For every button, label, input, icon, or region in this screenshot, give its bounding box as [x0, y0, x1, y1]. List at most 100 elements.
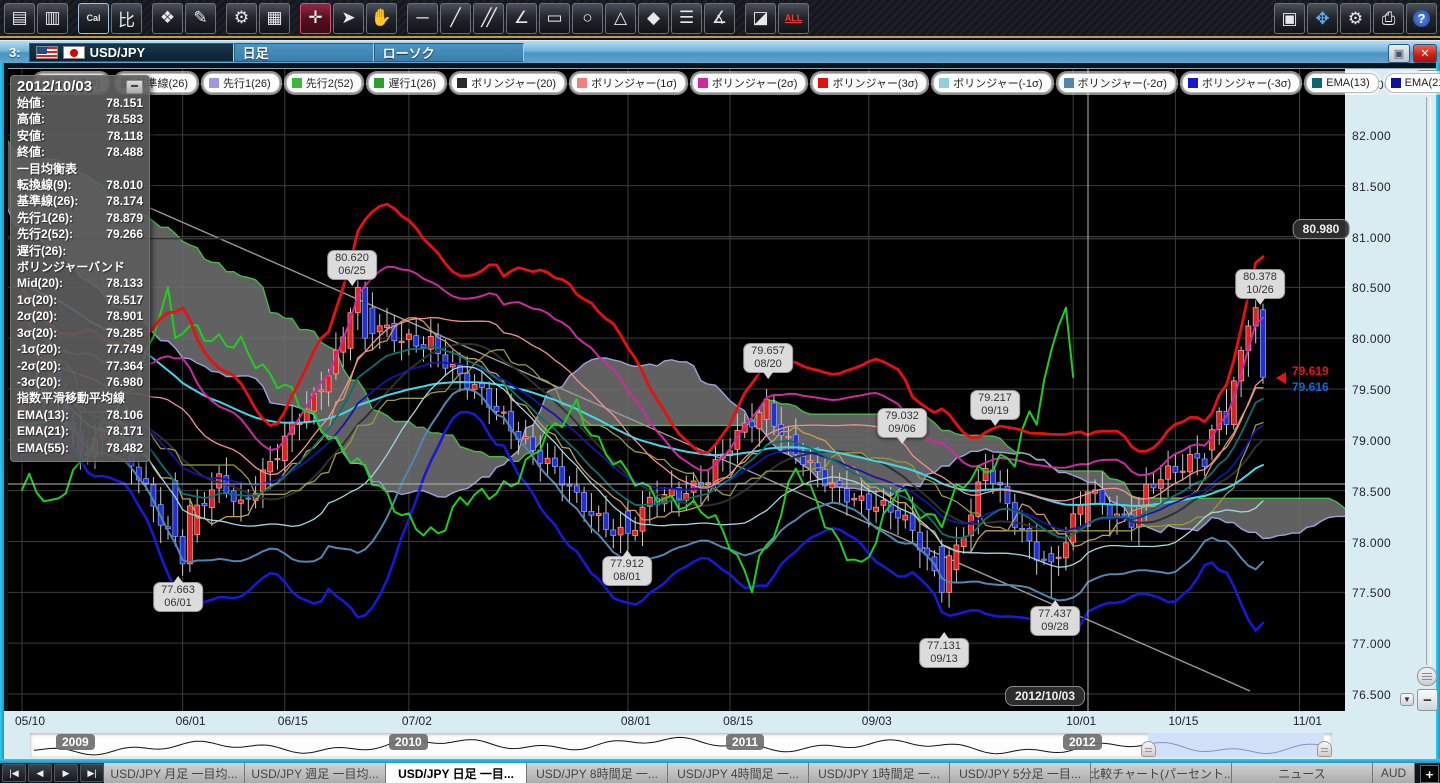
chart-tab-ニュース[interactable]: ニュース: [1232, 763, 1373, 783]
eraser-icon[interactable]: ◪: [745, 3, 776, 34]
print-icon[interactable]: ⎙: [1373, 3, 1404, 34]
legend-chip-EMA(21)[interactable]: EMA(21): [1385, 73, 1440, 93]
settings-icon[interactable]: ⚙: [1340, 3, 1371, 34]
chart-style-selector[interactable]: ローソク: [374, 43, 524, 62]
help-icon[interactable]: ?: [1406, 3, 1437, 34]
legend-color-swatch: [939, 78, 949, 88]
tab-nav-last-button[interactable]: ▶|: [80, 764, 104, 782]
currency-pair-selector[interactable]: USD/JPY: [29, 43, 234, 62]
jp-flag-icon: [63, 46, 85, 59]
chart-tab-USD/JPY 日足 一目...[interactable]: USD/JPY 日足 一目...: [386, 763, 527, 783]
chart-tab-USD/JPY 4時間足 一...[interactable]: USD/JPY 4時間足 一...: [668, 763, 809, 783]
chart-settings-icon[interactable]: ⚙: [226, 3, 257, 34]
erase-all-icon[interactable]: ALL: [778, 3, 809, 34]
timeline-strip[interactable]: 2009201020112012: [30, 733, 1332, 757]
us-flag-icon: [36, 46, 58, 59]
legend-color-swatch: [698, 78, 708, 88]
tab-nav-prev-button[interactable]: ◀: [28, 764, 52, 782]
technical-chart-icon[interactable]: ❖: [152, 3, 183, 34]
trendline-tool-icon[interactable]: ╱: [440, 3, 471, 34]
panel-row: 転換線(9):78.010: [17, 177, 143, 193]
legend-label: 遅行1(26): [388, 75, 436, 91]
panel-row: 安値:78.118: [17, 128, 143, 144]
price-tick-label: 79.500: [1352, 383, 1391, 397]
legend-chip-ボリンジャー(1σ)[interactable]: ボリンジャー(1σ): [571, 73, 686, 93]
legend-chip-先行2(52)[interactable]: 先行2(52): [286, 73, 363, 93]
horizontal-line-tool-icon[interactable]: ─: [407, 3, 438, 34]
chart-window-titlebar[interactable]: 3: USD/JPY 日足 ローソク ▣ ✕: [0, 40, 1440, 63]
vertical-scrollbar-thumb[interactable]: [1417, 667, 1437, 686]
legend-chip-ボリンジャー(-1σ)[interactable]: ボリンジャー(-1σ): [933, 73, 1051, 93]
chart-tab-USD/JPY 月足 一目均...[interactable]: USD/JPY 月足 一目均...: [104, 763, 245, 783]
report-icon[interactable]: ▤: [4, 3, 35, 34]
chart-tab-AUD[interactable]: AUD: [1373, 763, 1415, 783]
date-tick-label: 07/02: [402, 714, 432, 728]
panel-section-header: 指数平滑移動平均線: [17, 390, 143, 406]
chart-plot-area[interactable]: 転換線(9)基準線(26)先行1(26)先行2(52)遅行1(26)ボリンジャー…: [8, 68, 1345, 711]
crosshair-tool-icon[interactable]: ✛: [300, 3, 331, 34]
legend-chip-ボリンジャー(2σ)[interactable]: ボリンジャー(2σ): [692, 73, 807, 93]
compare-icon[interactable]: 比: [111, 3, 142, 34]
panel-row: 終値:78.488: [17, 144, 143, 160]
legend-chip-ボリンジャー(-3σ)[interactable]: ボリンジャー(-3σ): [1182, 73, 1300, 93]
vertical-scrollbar-track[interactable]: [1426, 97, 1431, 665]
timeline-selection-right-handle[interactable]: [1317, 741, 1332, 757]
pointer-tool-icon[interactable]: ➤: [333, 3, 364, 34]
legend-chip-EMA(13)[interactable]: EMA(13): [1306, 73, 1378, 93]
rectangle-tool-icon[interactable]: ▭: [539, 3, 570, 34]
cascade-windows-icon[interactable]: ▣: [1274, 3, 1305, 34]
price-axis[interactable]: 82.50082.00081.50081.00080.50080.00079.5…: [1345, 68, 1436, 712]
ray-tool-icon[interactable]: ∠: [506, 3, 537, 34]
legend-chip-ボリンジャー(-2σ)[interactable]: ボリンジャー(-2σ): [1058, 73, 1176, 93]
panel-row: -3σ(20):76.980: [17, 374, 143, 390]
panel-row: 高値:78.583: [17, 111, 143, 127]
chart-tab-比較チャート(パーセント...[interactable]: 比較チャート(パーセント...: [1091, 763, 1232, 783]
period-selector[interactable]: 日足: [234, 43, 374, 62]
chart-tab-bar: |◀◀▶▶|USD/JPY 月足 一目均...USD/JPY 週足 一目均...…: [0, 763, 1440, 783]
triangle-tool-icon[interactable]: △: [605, 3, 636, 34]
panel-section-header: ボリンジャーバンド: [17, 259, 143, 275]
year-badge: 2009: [56, 734, 95, 750]
save-chart-icon[interactable]: ▦: [259, 3, 290, 34]
close-window-button[interactable]: ✕: [1413, 44, 1437, 63]
fibonacci-tool-icon[interactable]: ☰: [671, 3, 702, 34]
chart-tab-USD/JPY 1時間足 一...[interactable]: USD/JPY 1時間足 一...: [809, 763, 950, 783]
chart-tab-USD/JPY 週足 一目均...[interactable]: USD/JPY 週足 一目均...: [245, 763, 386, 783]
calendar-icon[interactable]: Cal: [78, 3, 109, 34]
add-chart-tab-button[interactable]: +: [1420, 765, 1439, 783]
restore-window-button[interactable]: ▣: [1388, 44, 1410, 63]
legend-chip-遅行1(26)[interactable]: 遅行1(26): [368, 73, 445, 93]
parallel-lines-tool-icon[interactable]: ╱╱: [473, 3, 504, 34]
period-label: 日足: [243, 43, 269, 62]
panel-row: 1σ(20):78.517: [17, 292, 143, 308]
date-tick-label: 08/01: [621, 714, 651, 728]
date-tick-label: 05/10: [15, 714, 45, 728]
panel-row: -1σ(20):77.749: [17, 341, 143, 357]
chart-tab-USD/JPY 8時間足 一...[interactable]: USD/JPY 8時間足 一...: [527, 763, 668, 783]
report-add-icon[interactable]: ▥: [37, 3, 68, 34]
price-tick-label: 79.000: [1352, 434, 1391, 448]
legend-chip-先行1(26)[interactable]: 先行1(26): [203, 73, 280, 93]
panel-section-header: 一目均衡表: [17, 161, 143, 177]
legend-color-swatch: [457, 78, 467, 88]
hand-tool-icon[interactable]: ✋: [366, 3, 397, 34]
ellipse-tool-icon[interactable]: ○: [572, 3, 603, 34]
polygon-tool-icon[interactable]: ◆: [638, 3, 669, 34]
tab-nav-first-button[interactable]: |◀: [2, 764, 26, 782]
zoom-out-button[interactable]: −: [1417, 689, 1438, 711]
window-left-border: [0, 63, 4, 763]
tab-nav-next-button[interactable]: ▶: [54, 764, 78, 782]
panel-row: 基準線(26):78.174: [17, 193, 143, 209]
chart-tab-USD/JPY 5分足 一目...[interactable]: USD/JPY 5分足 一目...: [950, 763, 1091, 783]
draw-chart-icon[interactable]: ✎: [185, 3, 216, 34]
expand-window-icon[interactable]: ✥: [1307, 3, 1338, 34]
year-badge: 2010: [389, 734, 428, 750]
legend-chip-ボリンジャー(20)[interactable]: ボリンジャー(20): [451, 73, 565, 93]
legend-chip-ボリンジャー(3σ)[interactable]: ボリンジャー(3σ): [812, 73, 927, 93]
timeline-selection-left-handle[interactable]: [1141, 741, 1156, 757]
fan-tool-icon[interactable]: ∡: [704, 3, 735, 34]
panel-collapse-button[interactable]: ▬: [126, 80, 143, 94]
timeline-mini-chart: [30, 733, 1332, 757]
scroll-down-button[interactable]: ▼: [1400, 693, 1414, 706]
legend-label: EMA(21): [1405, 77, 1440, 89]
